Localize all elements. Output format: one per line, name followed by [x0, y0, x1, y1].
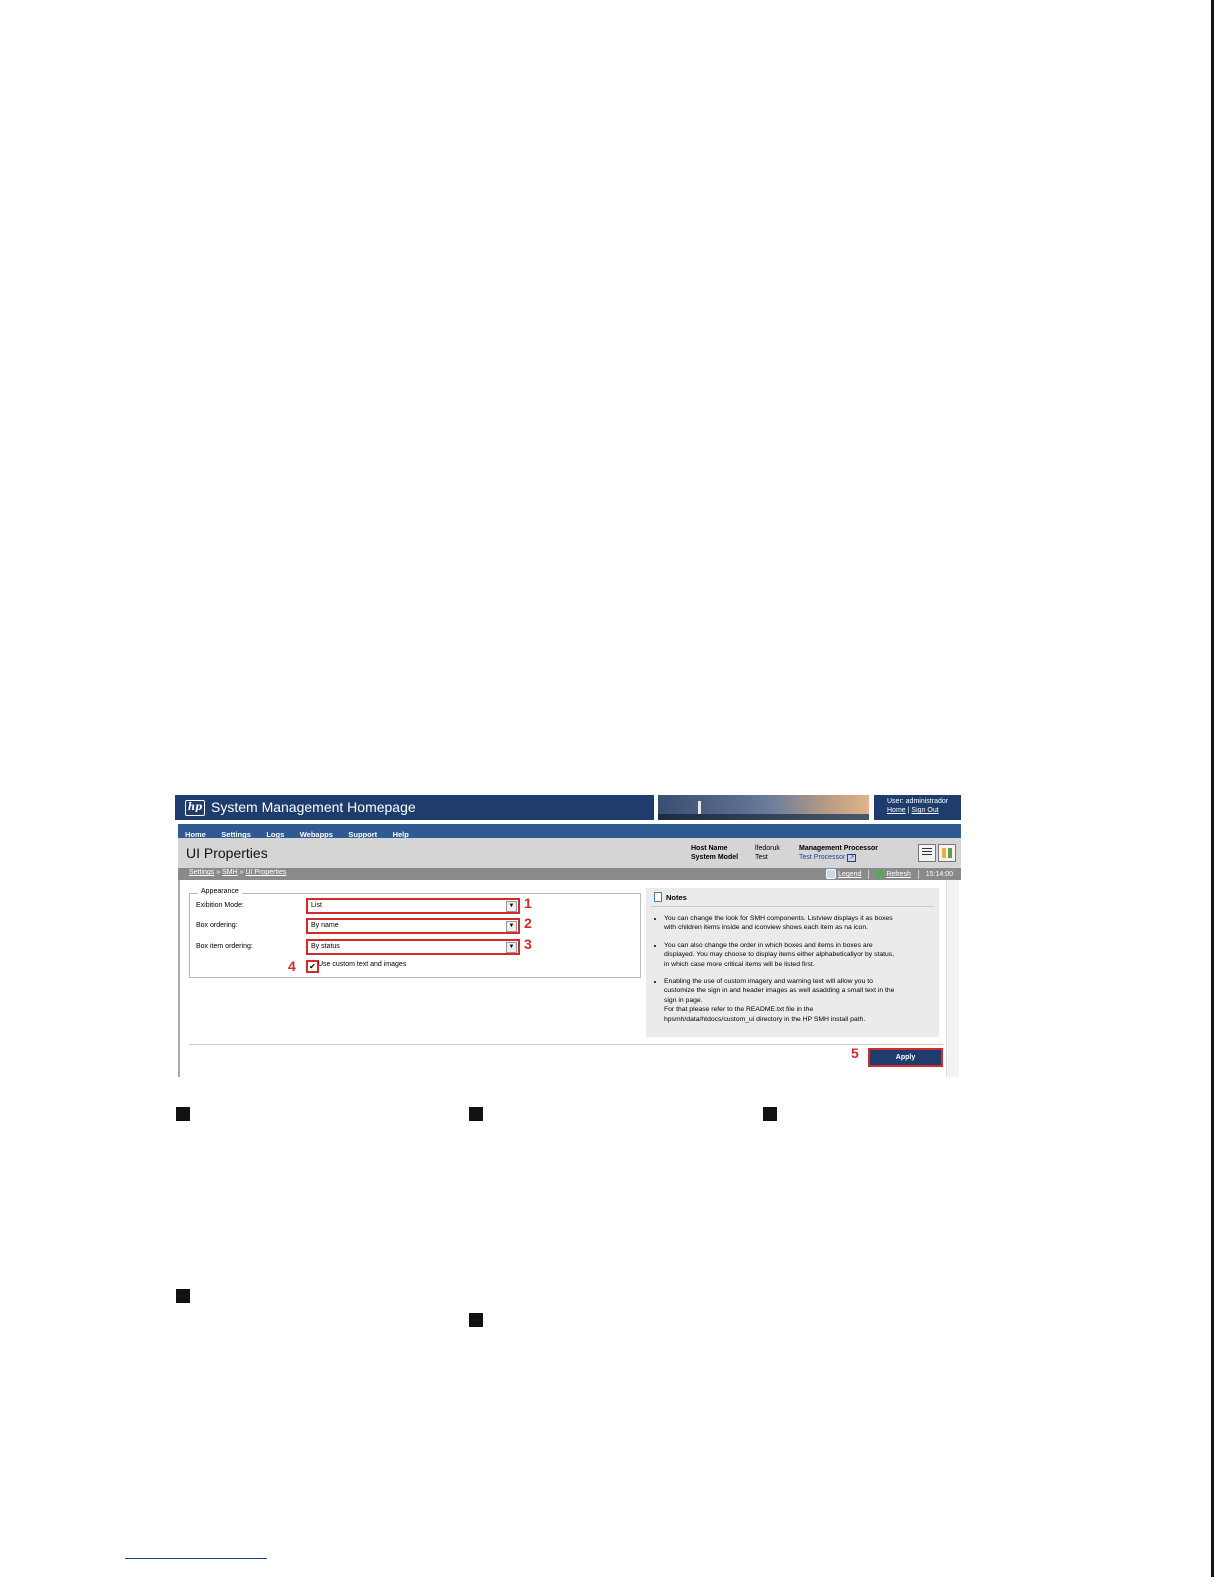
- list-item: Enabling the use of custom imagery and w…: [664, 977, 932, 1024]
- note-line: Enabling the use of custom imagery and w…: [664, 978, 873, 986]
- breadcrumb-settings[interactable]: Settings: [189, 869, 214, 876]
- notes-list: You can change the look for SMH componen…: [654, 914, 932, 1032]
- app-title: System Management Homepage: [211, 799, 416, 815]
- marker-square: [469, 1313, 483, 1327]
- host-name-label: Host Name: [691, 845, 728, 852]
- refresh-icon: [876, 870, 885, 878]
- header-banner-image: [658, 795, 869, 820]
- icon-view-icon: [942, 848, 952, 858]
- exhibition-mode-value: List: [311, 902, 322, 909]
- user-text: User: administrador: [887, 798, 949, 805]
- callout-2: 2: [524, 915, 532, 931]
- custom-text-checkbox-label: Use custom text and images: [318, 961, 407, 968]
- box-item-ordering-value: By status: [311, 943, 340, 950]
- lighthouse-icon: [698, 801, 701, 815]
- box-item-ordering-select[interactable]: By status ▼: [306, 939, 520, 955]
- toolbar-right: Legend Refresh 15:14:00: [826, 869, 953, 879]
- app-header: hp System Management Homepage: [175, 795, 654, 820]
- page-title: UI Properties: [186, 845, 268, 861]
- box-ordering-label: Box ordering:: [196, 922, 238, 929]
- appearance-legend: Appearance: [198, 888, 242, 895]
- management-processor-info: Management Processor Test Processor ↗: [799, 844, 878, 863]
- notes-title: Notes: [666, 893, 687, 902]
- form-divider: [189, 1044, 943, 1045]
- icon-view-button[interactable]: [938, 844, 956, 862]
- mp-link[interactable]: Test Processor: [799, 854, 845, 861]
- external-link-icon: ↗: [847, 854, 857, 862]
- note-line: You can also change the order in which b…: [664, 941, 873, 949]
- list-item: You can also change the order in which b…: [664, 941, 932, 969]
- link-separator: |: [907, 807, 910, 814]
- list-item: You can change the look for SMH componen…: [664, 914, 932, 933]
- host-name-value: lfedoruk: [755, 845, 780, 852]
- smh-screenshot: hp System Management Homepage User: admi…: [175, 795, 961, 1077]
- callout-1: 1: [524, 895, 532, 911]
- home-link[interactable]: Home: [887, 807, 906, 814]
- breadcrumb-ui-properties[interactable]: UI Properties: [245, 869, 286, 876]
- document-icon: [654, 892, 662, 902]
- note-line: You can change the look for SMH componen…: [664, 915, 893, 922]
- callout-3: 3: [524, 936, 532, 952]
- legend-icon: [826, 869, 837, 879]
- legend-link[interactable]: Legend: [838, 871, 861, 878]
- hp-logo: hp: [185, 800, 205, 816]
- marker-square: [469, 1107, 483, 1121]
- host-info: Host Name lfedoruk System Model Test: [691, 844, 780, 862]
- note-line: hpsmh/data/htdocs/custom_ui directory in…: [664, 1015, 866, 1023]
- refresh-link[interactable]: Refresh: [886, 871, 911, 878]
- breadcrumb: Settings » SMH » UI Properties: [189, 869, 286, 876]
- main-menu: Home Settings Logs Webapps Support Help: [178, 824, 961, 839]
- note-line: customize the sign in and header images …: [664, 987, 895, 995]
- system-model-value: Test: [755, 854, 768, 861]
- mp-label: Management Processor: [799, 845, 878, 852]
- notes-divider: [651, 906, 934, 907]
- apply-button[interactable]: Apply: [868, 1048, 943, 1067]
- breadcrumb-separator: »: [216, 869, 221, 876]
- notes-panel: Notes You can change the look for SMH co…: [646, 888, 939, 1037]
- note-line: with children items inside and iconview …: [664, 924, 869, 932]
- user-panel: User: administrador Home | Sign Out: [874, 795, 961, 820]
- chevron-down-icon[interactable]: ▼: [506, 921, 517, 932]
- note-line: in which case more critical items will b…: [664, 960, 815, 968]
- chevron-down-icon[interactable]: ▼: [506, 901, 517, 912]
- footnote-rule: [125, 1558, 267, 1559]
- divider: [868, 869, 870, 879]
- note-line: For that please refer to the README.txt …: [664, 1006, 814, 1014]
- marker-square: [176, 1107, 190, 1121]
- list-view-icon: [922, 848, 932, 857]
- title-row: UI Properties Host Name lfedoruk System M…: [178, 838, 961, 868]
- banner-sea: [658, 814, 869, 820]
- note-line: sign in page.: [664, 996, 703, 1004]
- box-ordering-select[interactable]: By name ▼: [306, 918, 520, 934]
- note-line: displayed. You may choose to display ite…: [664, 951, 895, 959]
- time-display: 15:14:00: [925, 870, 953, 878]
- checkmark-icon: ✔: [309, 962, 316, 971]
- breadcrumb-bar: Settings » SMH » UI Properties Legend Re…: [178, 868, 961, 880]
- exhibition-mode-label: Exibition Mode:: [196, 902, 244, 909]
- list-view-button[interactable]: [918, 844, 936, 862]
- divider: [917, 869, 919, 879]
- breadcrumb-separator: »: [239, 869, 244, 876]
- box-item-ordering-label: Box item ordering:: [196, 943, 253, 950]
- marker-square: [763, 1107, 777, 1121]
- marker-square: [176, 1289, 190, 1303]
- sign-out-link[interactable]: Sign Out: [911, 807, 938, 814]
- vertical-scrollbar[interactable]: [946, 880, 959, 1077]
- callout-4: 4: [288, 958, 296, 974]
- box-ordering-value: By name: [311, 922, 339, 929]
- page-edge-line: [1211, 0, 1214, 1577]
- callout-5: 5: [851, 1045, 859, 1061]
- exhibition-mode-select[interactable]: List ▼: [306, 898, 520, 914]
- breadcrumb-smh[interactable]: SMH: [222, 869, 238, 876]
- system-model-label: System Model: [691, 854, 739, 861]
- chevron-down-icon[interactable]: ▼: [506, 942, 517, 953]
- content-left-border: [178, 880, 180, 1077]
